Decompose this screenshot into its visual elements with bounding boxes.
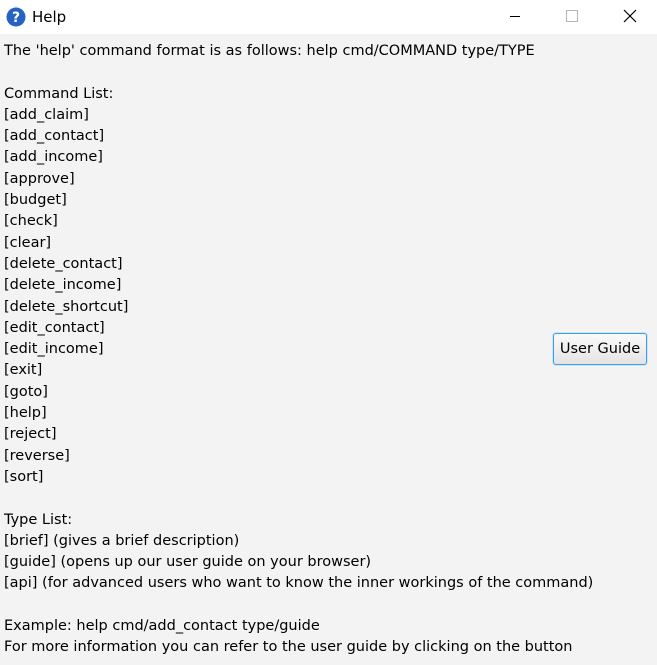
close-button[interactable] xyxy=(607,0,653,32)
title-bar: ? Help xyxy=(0,0,657,34)
close-icon xyxy=(623,9,637,23)
command-item: [reject] xyxy=(4,426,57,443)
minimize-icon xyxy=(510,16,520,17)
minimize-button[interactable] xyxy=(492,0,538,32)
help-text: The 'help' command format is as follows:… xyxy=(4,41,593,659)
command-item: [reverse] xyxy=(4,447,70,464)
question-icon: ? xyxy=(6,7,26,27)
window-title: Help xyxy=(32,8,67,26)
type-list-header: Type List: xyxy=(4,511,73,528)
type-item: [guide] (opens up our user guide on your… xyxy=(4,554,372,571)
command-item: [add_income] xyxy=(4,149,103,166)
type-item: [api] (for advanced users who want to kn… xyxy=(4,575,594,592)
command-item: [clear] xyxy=(4,234,52,251)
command-item: [delete_contact] xyxy=(4,255,123,272)
command-item: [goto] xyxy=(4,383,48,400)
maximize-button[interactable] xyxy=(549,0,595,32)
command-list-header: Command List: xyxy=(4,85,114,102)
help-intro: The 'help' command format is as follows:… xyxy=(4,43,535,59)
maximize-icon xyxy=(566,10,578,22)
user-guide-button[interactable]: User Guide xyxy=(553,333,647,365)
command-item: [add_contact] xyxy=(4,128,105,145)
command-item: [help] xyxy=(4,405,47,422)
command-item: [edit_contact] xyxy=(4,319,105,336)
command-item: [budget] xyxy=(4,192,67,209)
command-item: [edit_income] xyxy=(4,341,104,358)
command-item: [delete_income] xyxy=(4,277,122,294)
type-item: [brief] (gives a brief description) xyxy=(4,532,240,549)
help-more-info: For more information you can refer to th… xyxy=(4,639,573,656)
command-item: [sort] xyxy=(4,468,44,485)
command-item: [exit] xyxy=(4,362,43,379)
command-item: [check] xyxy=(4,213,58,230)
command-item: [add_claim] xyxy=(4,106,89,123)
svg-text:?: ? xyxy=(12,10,20,26)
command-item: [delete_shortcut] xyxy=(4,298,129,315)
help-example: Example: help cmd/add_contact type/guide xyxy=(4,618,320,635)
command-item: [approve] xyxy=(4,170,75,187)
